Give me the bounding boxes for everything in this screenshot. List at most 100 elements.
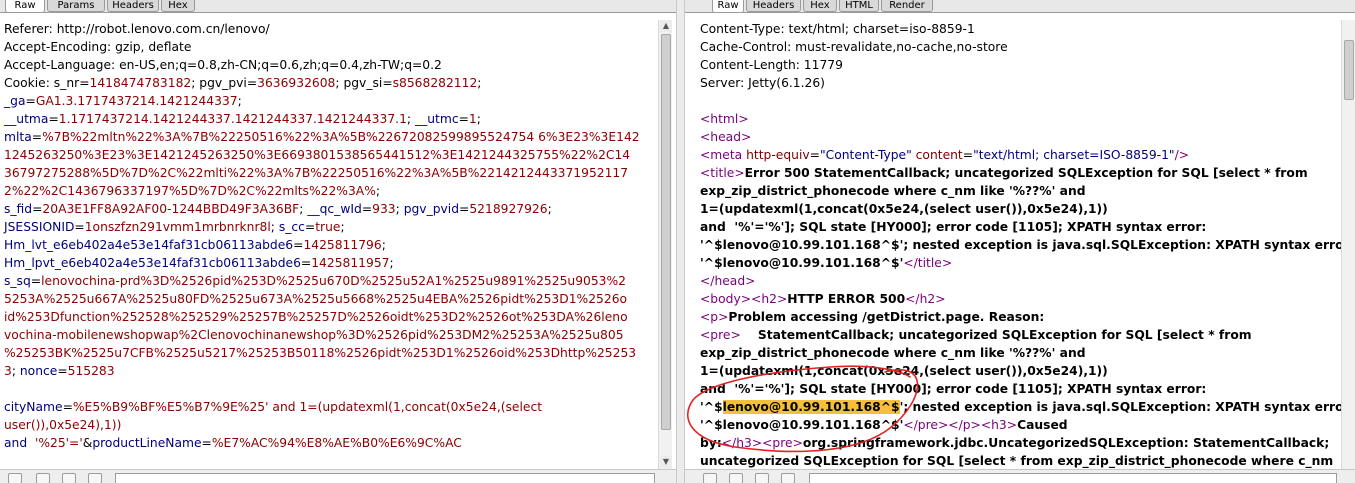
response-tab-headers[interactable]: Headers: [746, 0, 801, 12]
response-line: '^$lenovo@10.99.101.168^$'; nested excep…: [700, 398, 1355, 416]
text-segment: =: [962, 148, 974, 162]
text-segment: exp_zip_district_phonecode where c_nm li…: [700, 184, 1086, 198]
text-segment: true: [315, 220, 341, 234]
text-segment: Error 500 StatementCallback; uncategoriz…: [744, 166, 1308, 180]
text-segment: 2%22%2C1436796337197%5D%7D%2C%22mlts%22%…: [4, 184, 376, 198]
response-line: exp_zip_district_phonecode where c_nm li…: [700, 182, 1086, 200]
add-button[interactable]: [62, 473, 76, 483]
response-line: <title>Error 500 StatementCallback; unca…: [700, 164, 1308, 182]
response-tab-hex[interactable]: Hex: [803, 0, 837, 12]
response-line: '^$lenovo@10.99.101.168^$'</title>: [700, 254, 952, 272]
next-button[interactable]: [781, 473, 795, 483]
text-segment: ;: [340, 220, 345, 234]
request-line: Accept-Language: en-US,en;q=0.8,zh-CN;q=…: [4, 56, 442, 74]
request-line: 2%22%2C1436796337197%5D%7D%2C%22mlts%22%…: [4, 182, 380, 200]
response-line: uncategorized SQLException for SQL [sele…: [700, 452, 1333, 469]
request-tab-raw[interactable]: Raw: [5, 0, 45, 13]
next-button[interactable]: [88, 473, 102, 483]
text-segment: =: [304, 220, 316, 234]
text-segment: "Content-Type": [819, 148, 912, 162]
text-segment: <p>: [700, 310, 729, 324]
text-segment: cityName: [4, 400, 63, 414]
request-line: JSESSIONID=1onszfzn291vmm1mrbnrknr8l; s_…: [4, 218, 345, 236]
request-pane: Raw Params Headers Hex Referer: http://r…: [0, 0, 676, 483]
text-segment: <pre>: [762, 436, 803, 450]
text-segment: =: [30, 274, 42, 288]
request-line: 5253A%2525u667A%2525u80FD%2525u673A%2525…: [4, 290, 627, 308]
response-scrollbar[interactable]: [1341, 20, 1355, 469]
prev-button[interactable]: [36, 473, 50, 483]
request-line: Hm_lvt_e6eb402a4e53e14faf31cb06113abde6=…: [4, 236, 386, 254]
help-button[interactable]: [703, 473, 717, 483]
request-tab-headers[interactable]: Headers: [107, 0, 159, 12]
text-segment: <title>: [700, 166, 745, 180]
text-segment: </p>: [948, 418, 981, 432]
help-button[interactable]: [8, 473, 22, 483]
pane-divider[interactable]: [676, 0, 685, 483]
text-segment: vochina-mobilenewshopwap%2Clenovochinane…: [4, 328, 624, 342]
text-segment: 1: [468, 112, 477, 126]
request-scroll-thumb[interactable]: [661, 34, 671, 430]
request-line: %25253BK%2525u7CFB%2525u5217%25253B50118…: [4, 344, 636, 362]
text-segment: content: [911, 148, 963, 162]
text-segment: ;: [237, 94, 242, 108]
response-tab-html[interactable]: HTML: [839, 0, 879, 12]
text-segment: s_fid: [4, 202, 33, 216]
text-segment: </h2>: [905, 292, 946, 306]
response-tab-raw[interactable]: Raw: [712, 0, 744, 13]
text-segment: 3: [4, 364, 12, 378]
response-line: and '%'='%']; SQL state [HY000]; error c…: [700, 218, 1206, 236]
request-line: Hm_lpvt_e6eb402a4e53e14faf31cb06113abde6…: [4, 254, 394, 272]
text-segment: 1onszfzn291vmm1mrbnrknr8l: [84, 220, 271, 234]
text-segment: ;: [389, 256, 394, 270]
text-segment: <h3>: [980, 418, 1018, 432]
text-segment: Hm_lpvt_e6eb402a4e53e14faf31cb06113abde6: [4, 256, 301, 270]
scroll-down-arrow-icon[interactable]: ▼: [660, 456, 672, 468]
text-segment: '^$lenovo@10.99.101.168^$'; nested excep…: [700, 238, 1355, 252]
text-segment: 1245263250%3E23%3E1421245263250%3E669380…: [4, 148, 631, 162]
text-segment: lenovochina-prd%3D%2526pid%253D%2525u670…: [41, 274, 627, 288]
text-segment: &: [82, 436, 93, 450]
request-search-input[interactable]: [115, 473, 655, 483]
text-segment: =: [459, 202, 470, 216]
text-segment: ;: [477, 76, 482, 90]
text-segment: JSESSIONID: [4, 220, 75, 234]
response-search-input[interactable]: [809, 473, 1337, 483]
text-segment: =: [48, 112, 59, 126]
text-segment: =: [809, 148, 820, 162]
text-segment: s8568282112: [392, 76, 478, 90]
text-segment: ;: [375, 184, 381, 198]
response-scroll-thumb[interactable]: [1344, 40, 1354, 100]
text-segment: =: [74, 220, 85, 234]
prev-button[interactable]: [729, 473, 743, 483]
scroll-up-arrow-icon[interactable]: ▲: [660, 20, 672, 32]
request-editor[interactable]: Referer: http://robot.lenovo.com.cn/leno…: [0, 20, 676, 469]
response-line: <meta http-equiv="Content-Type" content=…: [700, 146, 1189, 164]
request-line: s_fid=20A3E1FF8A92AF00-1244BBD49F3A36BF;…: [4, 200, 552, 218]
add-button[interactable]: [755, 473, 769, 483]
text-segment: <head>: [700, 130, 752, 144]
text-segment: http-equiv: [746, 148, 810, 162]
text-segment: nonce: [19, 364, 58, 378]
request-scrollbar[interactable]: ▲ ▼: [658, 20, 672, 469]
text-segment: __utmc: [414, 112, 459, 126]
text-segment: 36797275288%5D%7D%2C%22mlti%22%3A%7B%222…: [4, 166, 629, 180]
request-tabbar: Raw Params Headers Hex: [0, 0, 676, 13]
response-pane: Raw Headers Hex HTML Render Content-Type…: [685, 0, 1355, 483]
response-tabbar: Raw Headers Hex HTML Render: [685, 0, 1355, 13]
response-viewer[interactable]: Content-Type: text/html; charset=iso-885…: [700, 20, 1355, 469]
request-line: mlta=%7B%22mltn%22%3A%7B%22250516%22%3A%…: [4, 128, 640, 146]
text-segment: <body>: [700, 292, 752, 306]
request-line: user()),0x5e24),1)): [4, 416, 121, 434]
text-segment: "text/html; charset=ISO-8859-1": [973, 148, 1175, 162]
text-segment: =: [458, 112, 469, 126]
text-segment: <html>: [700, 112, 749, 126]
response-tab-render[interactable]: Render: [881, 0, 933, 12]
response-line: </head>: [700, 272, 755, 290]
request-tab-hex[interactable]: Hex: [161, 0, 195, 12]
text-segment: <pre>: [700, 328, 741, 342]
text-segment: %E5%B9%BF%E5%B7%9E%25' and 1=(updatexml(…: [72, 400, 543, 414]
request-line: id%253Dfunction%252528%252529%25257B%252…: [4, 308, 628, 326]
request-tab-params[interactable]: Params: [47, 0, 105, 12]
text-segment: and '%'='%']; SQL state [HY000]; error c…: [700, 382, 1207, 396]
